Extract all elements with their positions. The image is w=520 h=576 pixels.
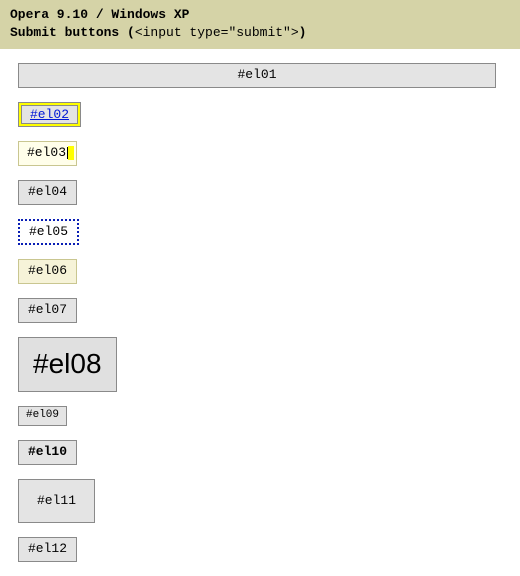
header-line2: Submit buttons (<input type="submit">) bbox=[10, 24, 510, 42]
header-bar: Opera 9.10 / Windows XP Submit buttons (… bbox=[0, 0, 520, 49]
submit-button-el12[interactable]: #el12 bbox=[18, 537, 77, 562]
submit-button-el02-wrapper[interactable]: #el02 bbox=[18, 102, 81, 127]
submit-button-el07[interactable]: #el07 bbox=[18, 298, 77, 323]
submit-button-el05[interactable]: #el05 bbox=[18, 219, 79, 246]
header-line2-code: <input type="submit"> bbox=[135, 25, 299, 40]
submit-button-el03-label: #el03 bbox=[27, 144, 66, 163]
header-line2-after: ) bbox=[299, 25, 307, 40]
submit-button-el09[interactable]: #el09 bbox=[18, 406, 67, 426]
selection-highlight bbox=[68, 146, 74, 160]
main-area: #el01 #el02 #el03 #el04 #el05 #el06 #el0… bbox=[0, 49, 520, 576]
header-line1: Opera 9.10 / Windows XP bbox=[10, 6, 510, 24]
submit-button-el02[interactable]: #el02 bbox=[21, 105, 78, 124]
submit-button-el08[interactable]: #el08 bbox=[18, 337, 117, 392]
submit-button-el10[interactable]: #el10 bbox=[18, 440, 77, 465]
submit-button-el11[interactable]: #el11 bbox=[18, 479, 95, 524]
submit-button-el04[interactable]: #el04 bbox=[18, 180, 77, 205]
submit-button-el03[interactable]: #el03 bbox=[18, 141, 77, 166]
header-line2-text: Submit buttons ( bbox=[10, 25, 135, 40]
submit-button-el01[interactable]: #el01 bbox=[18, 63, 496, 88]
submit-button-el06[interactable]: #el06 bbox=[18, 259, 77, 284]
